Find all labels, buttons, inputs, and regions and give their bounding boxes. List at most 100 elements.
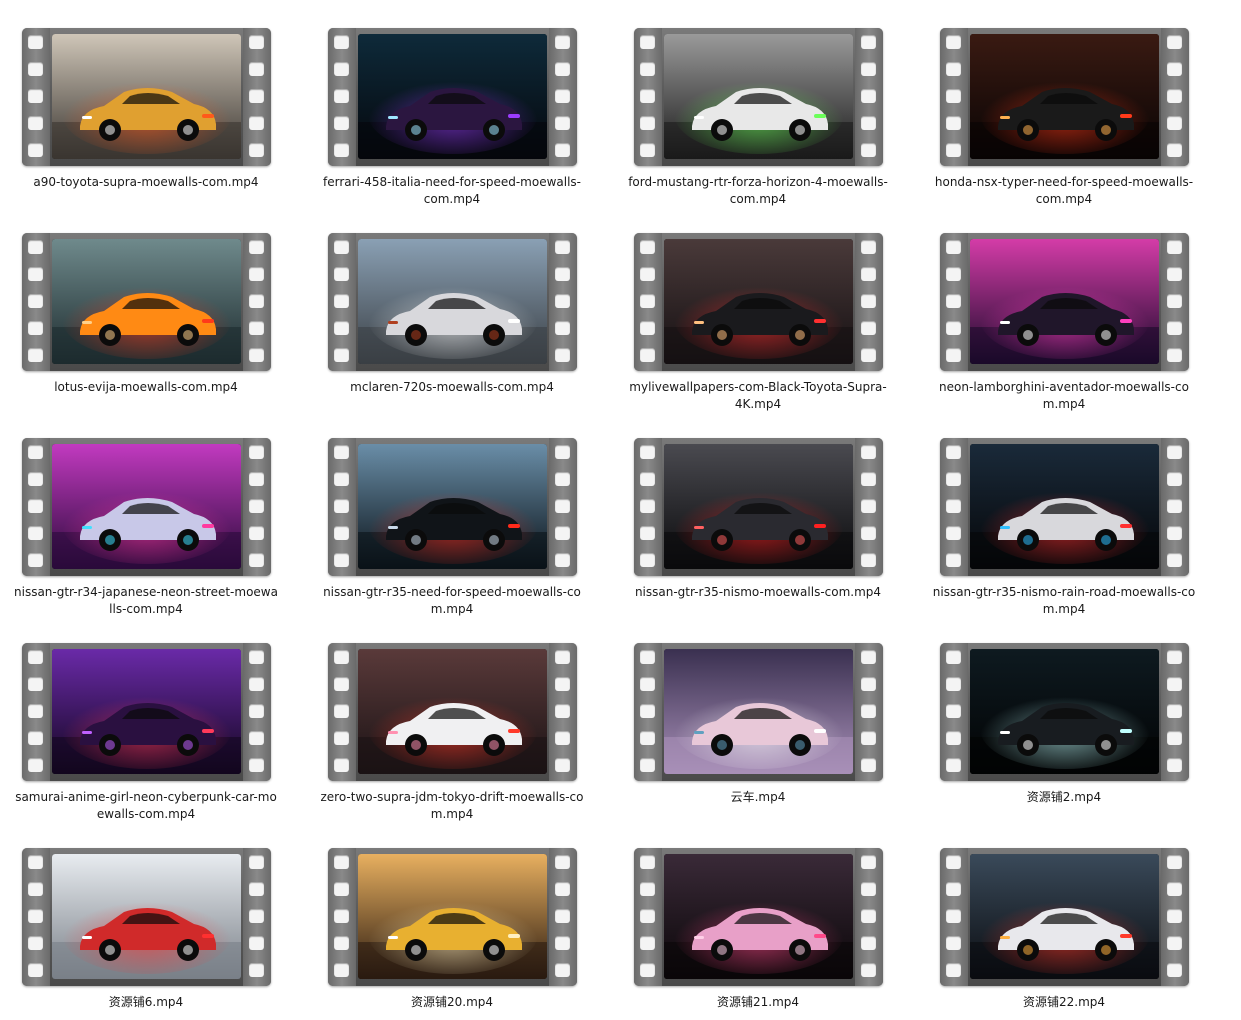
- sprocket-hole: [861, 267, 876, 281]
- film-sprocket-strip: [243, 848, 271, 986]
- file-item[interactable]: ford-mustang-rtr-forza-horizon-4-moewall…: [612, 0, 888, 206]
- thumbnail-image: [664, 854, 853, 979]
- sprocket-hole: [1167, 677, 1182, 691]
- sprocket-hole: [555, 758, 570, 772]
- sprocket-hole: [28, 89, 43, 103]
- sprocket-hole: [334, 348, 349, 362]
- film-sprocket-strip: [243, 233, 271, 371]
- sprocket-hole: [1167, 704, 1182, 718]
- file-item[interactable]: ferrari-458-italia-need-for-speed-moewal…: [306, 0, 581, 206]
- sprocket-hole: [555, 143, 570, 157]
- video-thumbnail: [52, 444, 241, 569]
- sprocket-hole: [861, 526, 876, 540]
- file-name-label: mclaren-720s-moewalls-com.mp4: [350, 380, 554, 394]
- sprocket-hole: [861, 963, 876, 977]
- thumbnail-image: [664, 649, 853, 774]
- sprocket-hole: [249, 89, 264, 103]
- video-thumbnail: [52, 239, 241, 364]
- sprocket-hole: [555, 526, 570, 540]
- sprocket-hole: [640, 882, 655, 896]
- sprocket-hole: [1167, 963, 1182, 977]
- sprocket-hole: [334, 35, 349, 49]
- sprocket-hole: [249, 526, 264, 540]
- sprocket-hole: [28, 445, 43, 459]
- sprocket-hole: [1167, 321, 1182, 335]
- film-sprocket-strip: [1161, 848, 1189, 986]
- file-item[interactable]: nissan-gtr-r35-nismo-rain-road-moewalls-…: [918, 410, 1195, 616]
- sprocket-hole: [555, 472, 570, 486]
- sprocket-hole: [1167, 116, 1182, 130]
- file-item[interactable]: 云车.mp4: [612, 615, 883, 810]
- sprocket-hole: [946, 909, 961, 923]
- file-item[interactable]: 资源铺6.mp4: [0, 820, 271, 1015]
- file-item[interactable]: 资源铺21.mp4: [612, 820, 883, 1015]
- thumbnail-image: [970, 34, 1159, 159]
- sprocket-hole: [640, 294, 655, 308]
- sprocket-hole: [946, 499, 961, 513]
- sprocket-hole: [861, 704, 876, 718]
- sprocket-hole: [28, 321, 43, 335]
- file-item[interactable]: zero-two-supra-jdm-tokyo-drift-moewalls-…: [306, 615, 584, 821]
- sprocket-hole: [1167, 553, 1182, 567]
- file-item[interactable]: samurai-anime-girl-neon-cyberpunk-car-mo…: [0, 615, 277, 821]
- film-sprocket-strip: [634, 438, 662, 576]
- sprocket-hole: [946, 526, 961, 540]
- film-sprocket-strip: [855, 438, 883, 576]
- file-item[interactable]: nissan-gtr-r35-nismo-moewalls-com.mp4: [612, 410, 883, 605]
- sprocket-hole: [28, 526, 43, 540]
- sprocket-hole: [640, 526, 655, 540]
- film-sprocket-strip: [22, 233, 50, 371]
- sprocket-hole: [555, 936, 570, 950]
- file-item[interactable]: mylivewallpapers-com-Black-Toyota-Supra-…: [612, 205, 887, 411]
- sprocket-hole: [249, 855, 264, 869]
- sprocket-hole: [1167, 936, 1182, 950]
- file-item[interactable]: 资源铺20.mp4: [306, 820, 577, 1015]
- file-item[interactable]: 资源铺22.mp4: [918, 820, 1189, 1015]
- file-name-label: ferrari-458-italia-need-for-speed-moewal…: [323, 175, 581, 206]
- sprocket-hole: [555, 89, 570, 103]
- sprocket-hole: [640, 240, 655, 254]
- sprocket-hole: [861, 35, 876, 49]
- sprocket-hole: [861, 294, 876, 308]
- video-thumbnail: [970, 239, 1159, 364]
- file-name-label: samurai-anime-girl-neon-cyberpunk-car-mo…: [15, 790, 277, 821]
- file-item[interactable]: mclaren-720s-moewalls-com.mp4: [306, 205, 577, 400]
- film-sprocket-strip: [22, 438, 50, 576]
- sprocket-hole: [1167, 731, 1182, 745]
- file-name-label: nissan-gtr-r35-nismo-rain-road-moewalls-…: [932, 585, 1196, 616]
- film-sprocket-strip: [940, 643, 968, 781]
- sprocket-hole: [28, 294, 43, 308]
- video-thumbnail: [664, 854, 853, 979]
- sprocket-hole: [1167, 62, 1182, 76]
- sprocket-hole: [334, 143, 349, 157]
- film-sprocket-strip: [549, 28, 577, 166]
- sprocket-hole: [946, 677, 961, 691]
- sprocket-hole: [946, 62, 961, 76]
- film-sprocket-strip: [1161, 643, 1189, 781]
- video-film-strip-icon: [328, 848, 577, 986]
- film-sprocket-strip: [328, 848, 356, 986]
- sprocket-hole: [555, 499, 570, 513]
- film-sprocket-strip: [549, 848, 577, 986]
- file-item[interactable]: nissan-gtr-r34-japanese-neon-street-moew…: [0, 410, 278, 616]
- file-name-label: nissan-gtr-r35-need-for-speed-moewalls-c…: [323, 585, 581, 616]
- file-item[interactable]: 资源铺2.mp4: [918, 615, 1189, 810]
- file-item[interactable]: a90-toyota-supra-moewalls-com.mp4: [0, 0, 271, 195]
- sprocket-hole: [946, 240, 961, 254]
- video-thumbnail: [358, 239, 547, 364]
- sprocket-hole: [28, 499, 43, 513]
- sprocket-hole: [946, 553, 961, 567]
- thumbnail-image: [664, 444, 853, 569]
- sprocket-hole: [555, 963, 570, 977]
- file-item[interactable]: nissan-gtr-r35-need-for-speed-moewalls-c…: [306, 410, 581, 616]
- video-thumbnail: [970, 649, 1159, 774]
- sprocket-hole: [946, 963, 961, 977]
- file-item[interactable]: neon-lamborghini-aventador-moewalls-com.…: [918, 205, 1189, 411]
- file-item[interactable]: honda-nsx-typer-need-for-speed-moewalls-…: [918, 0, 1193, 206]
- sprocket-hole: [946, 445, 961, 459]
- video-film-strip-icon: [940, 233, 1189, 371]
- sprocket-hole: [861, 143, 876, 157]
- film-sprocket-strip: [1161, 438, 1189, 576]
- file-item[interactable]: lotus-evija-moewalls-com.mp4: [0, 205, 271, 400]
- sprocket-hole: [555, 553, 570, 567]
